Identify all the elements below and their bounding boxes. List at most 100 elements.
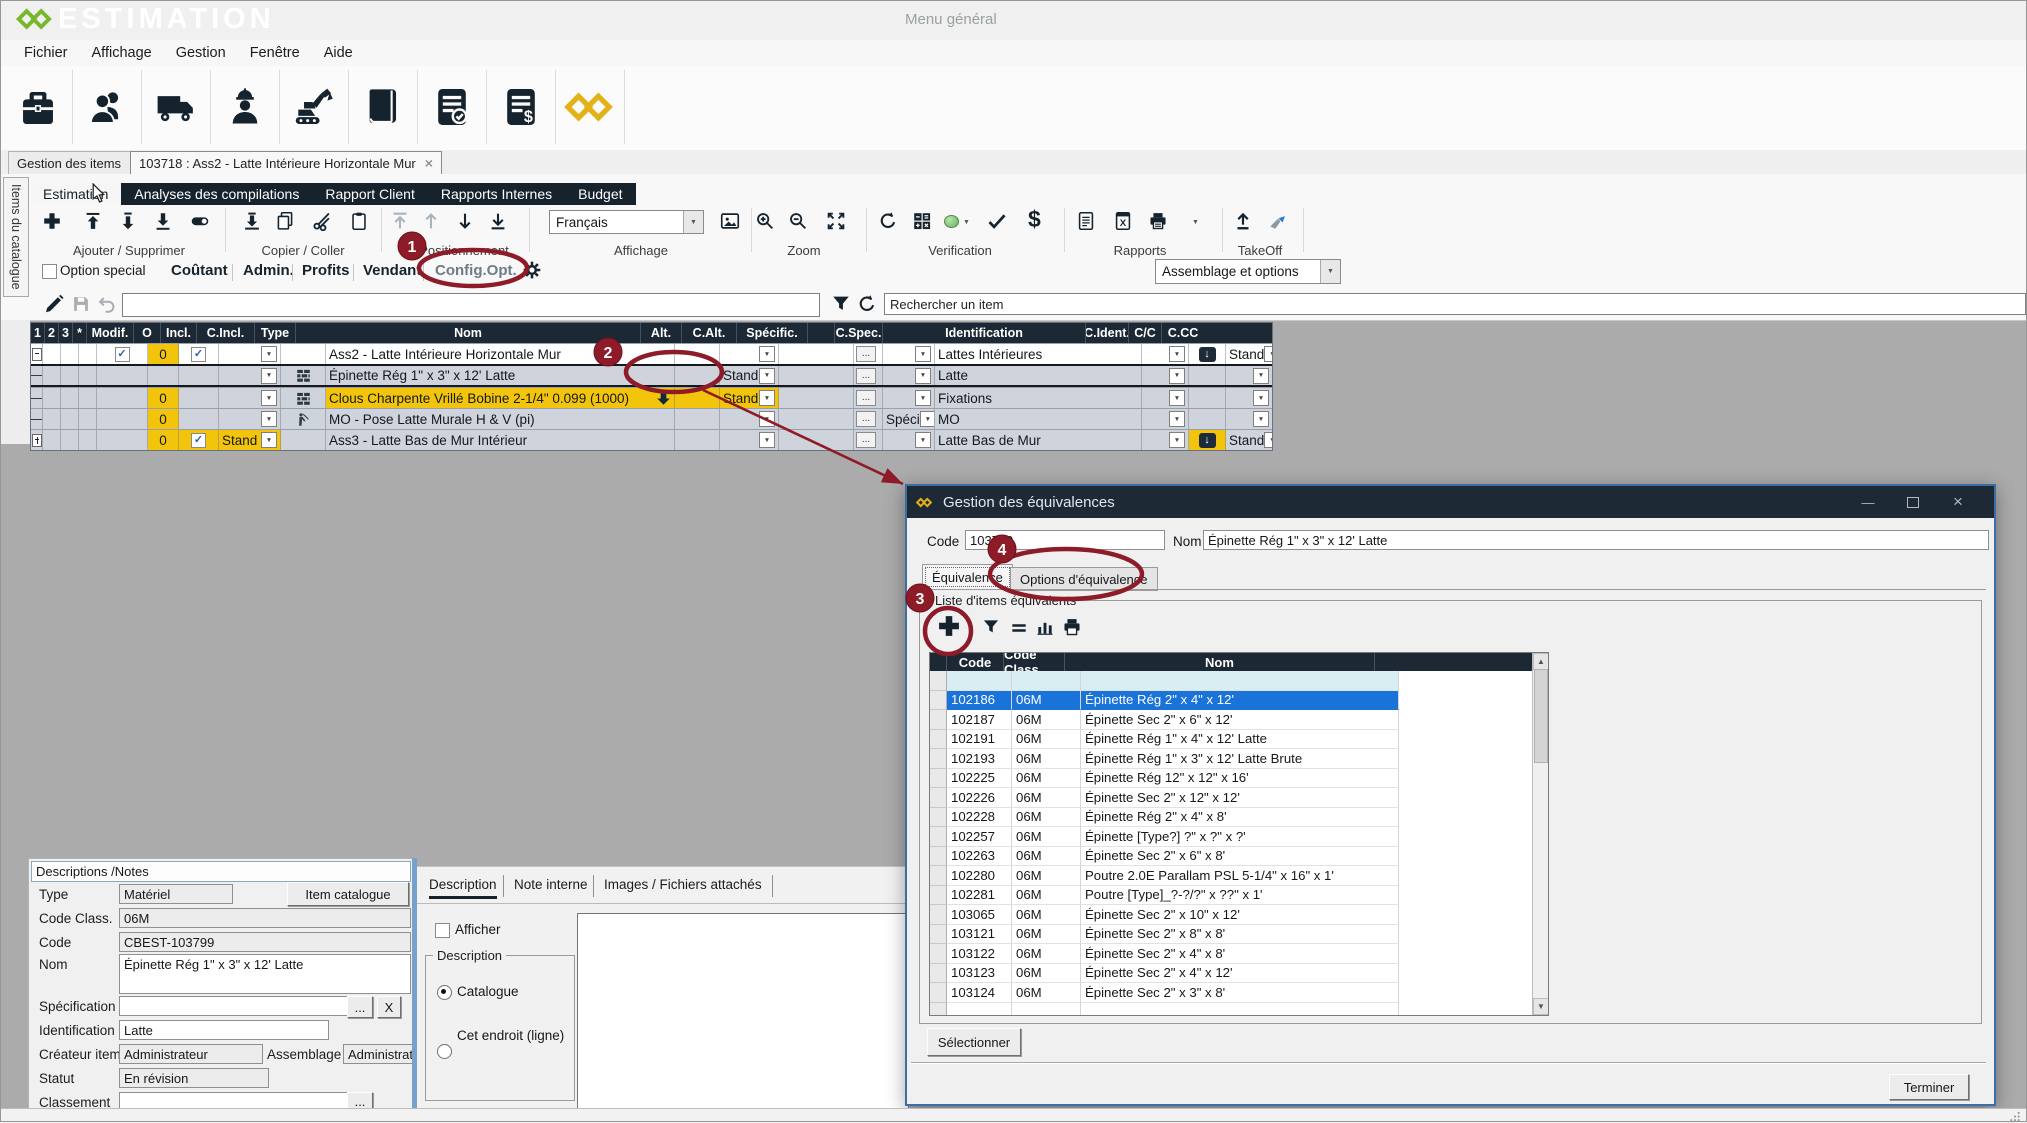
- tab-gestion-des-items[interactable]: Gestion des items: [8, 151, 147, 175]
- equivalence-row[interactable]: 10312206MÉpinette Sec 2" x 4" x 8': [930, 944, 1548, 964]
- menu-fichier[interactable]: Fichier: [24, 45, 68, 61]
- import-down-icon[interactable]: [241, 210, 263, 232]
- col-cc[interactable]: C/C: [1129, 323, 1162, 343]
- option-special-checkbox[interactable]: [42, 264, 57, 279]
- refresh-icon[interactable]: [856, 293, 878, 315]
- config-opt-button[interactable]: Config.Opt.: [435, 262, 517, 279]
- equal-lines-icon[interactable]: [1009, 618, 1029, 638]
- dollar-icon[interactable]: $: [1028, 206, 1041, 233]
- cident-dropdown[interactable]: [1169, 390, 1185, 406]
- chevron-down-icon[interactable]: ▼: [1192, 219, 1199, 226]
- save-floppy-icon-disabled[interactable]: [70, 293, 92, 315]
- move-bottom-icon[interactable]: [487, 210, 509, 232]
- calculator-grid-icon[interactable]: [911, 210, 933, 232]
- catalog-book-icon[interactable]: [349, 70, 418, 144]
- radio-catalogue[interactable]: [437, 985, 452, 1000]
- bar-chart-icon[interactable]: [1035, 617, 1055, 637]
- specific-browse-button[interactable]: [856, 432, 876, 448]
- printer-icon[interactable]: [1061, 616, 1083, 638]
- incl-checkbox[interactable]: [191, 347, 206, 362]
- menu-affichage[interactable]: Affichage: [92, 45, 152, 61]
- equipment-excavator-icon[interactable]: [280, 70, 349, 144]
- specification-clear-button[interactable]: X: [377, 996, 401, 1018]
- menu-gestion[interactable]: Gestion: [176, 45, 226, 61]
- tree-collapse-icon[interactable]: [32, 348, 42, 361]
- fullscreen-expand-icon[interactable]: [825, 210, 847, 232]
- dialog-title-bar[interactable]: Gestion des équivalences: [907, 486, 1994, 518]
- estimate-check-document-icon[interactable]: [418, 70, 487, 144]
- specification-field[interactable]: [119, 996, 351, 1016]
- menu-fenetre[interactable]: Fenêtre: [250, 45, 300, 61]
- calt-dropdown[interactable]: [759, 346, 775, 362]
- grid-row-clous[interactable]: 0 Clous Charpente Vrillé Bobine 2-1/4" 0…: [31, 387, 1272, 408]
- cincl-dropdown[interactable]: [261, 346, 277, 362]
- col-identification[interactable]: Identification: [883, 323, 1086, 343]
- close-tab-icon[interactable]: [425, 155, 433, 171]
- grid-row-ass2[interactable]: 0 Ass2 - Latte Intérieure Horizontale Mu…: [31, 343, 1272, 364]
- modif-checkbox[interactable]: [115, 347, 130, 362]
- col-dots[interactable]: [808, 323, 835, 343]
- col-specific[interactable]: Spécific.: [737, 323, 808, 343]
- identification-field[interactable]: Latte: [119, 1020, 329, 1040]
- tab-103718-ass2[interactable]: 103718 : Ass2 - Latte Intérieure Horizon…: [130, 151, 442, 175]
- item-edit-input[interactable]: [122, 293, 820, 317]
- col-1[interactable]: 1: [31, 323, 45, 343]
- cident-dropdown[interactable]: [1169, 346, 1185, 362]
- chevron-down-icon[interactable]: [683, 211, 703, 233]
- edit-pencil-icon[interactable]: [42, 292, 66, 316]
- incl-checkbox[interactable]: [191, 433, 206, 448]
- toolbox-icon[interactable]: [4, 70, 73, 144]
- filter-row[interactable]: [930, 671, 1548, 691]
- cspec-dropdown[interactable]: [915, 368, 931, 384]
- equivalence-row[interactable]: 10218606MÉpinette Rég 2" x 4" x 12': [930, 691, 1548, 711]
- col-code[interactable]: Code: [947, 653, 1004, 671]
- grid-row-mo[interactable]: 0 MO - Pose Latte Murale H & V (pi) Spéc…: [31, 408, 1272, 429]
- status-green-dot-icon[interactable]: [944, 215, 959, 228]
- dialog-code-field[interactable]: 103799: [965, 530, 1165, 550]
- specific-browse-button[interactable]: [856, 368, 876, 384]
- col-star[interactable]: *: [73, 323, 87, 343]
- col-ccc[interactable]: C.CC: [1162, 323, 1204, 343]
- paste-clipboard-icon[interactable]: [348, 210, 370, 232]
- maximize-icon[interactable]: [1897, 490, 1929, 514]
- cincl-dropdown[interactable]: [261, 411, 277, 427]
- add-assembly-up-icon[interactable]: [82, 210, 104, 232]
- equivalence-row[interactable]: 10226306MÉpinette Sec 2" x 6" x 8': [930, 847, 1548, 867]
- ribbon-tab-rapport-client[interactable]: Rapport Client: [312, 183, 428, 205]
- col-nom[interactable]: Nom: [296, 323, 641, 343]
- dialog-nom-field[interactable]: Épinette Rég 1" x 3" x 12' Latte: [1203, 530, 1989, 550]
- image-view-icon[interactable]: [718, 210, 742, 232]
- terminer-button[interactable]: Terminer: [1889, 1074, 1969, 1100]
- nom-field[interactable]: Épinette Rég 1" x 3" x 12' Latte: [119, 954, 411, 994]
- item-catalogue-button[interactable]: Item catalogue: [287, 882, 409, 906]
- clients-icon[interactable]: [73, 70, 142, 144]
- labour-worker-icon[interactable]: [211, 70, 280, 144]
- recalculate-refresh-icon[interactable]: [877, 210, 899, 232]
- ccc-dropdown[interactable]: [1253, 411, 1269, 427]
- close-icon[interactable]: ×: [1942, 490, 1974, 514]
- verify-check-icon[interactable]: [986, 210, 1008, 232]
- cspec-dropdown[interactable]: [915, 432, 931, 448]
- calt-dropdown[interactable]: [759, 411, 775, 427]
- radio-cet-endroit[interactable]: [437, 1044, 452, 1059]
- brand-logo-gold-icon[interactable]: [556, 70, 625, 144]
- equivalence-row[interactable]: 10219106MÉpinette Rég 1" x 4" x 12' Latt…: [930, 730, 1548, 750]
- afficher-checkbox[interactable]: [435, 923, 450, 938]
- cc-download-icon[interactable]: ↓: [1199, 433, 1216, 448]
- add-equivalence-button[interactable]: [935, 612, 963, 640]
- grid-row-ass3[interactable]: 0 Stand Ass3 - Latte Bas de Mur Intérieu…: [31, 429, 1272, 450]
- description-textarea[interactable]: [577, 913, 909, 1111]
- specification-browse-button[interactable]: ...: [347, 996, 373, 1018]
- equivalence-row[interactable]: 10306506MÉpinette Sec 2" x 10" x 12': [930, 905, 1548, 925]
- tab-images-fichiers[interactable]: Images / Fichiers attachés: [604, 877, 762, 892]
- equivalence-row[interactable]: 10228006MPoutre 2.0E Parallam PSL 5-1/4"…: [930, 866, 1548, 886]
- gear-icon[interactable]: [522, 260, 542, 280]
- col-cincl[interactable]: C.Incl.: [197, 323, 255, 343]
- tab-options-equivalence[interactable]: Options d'équivalence: [1010, 567, 1158, 591]
- cspec-dropdown[interactable]: [915, 346, 931, 362]
- menu-aide[interactable]: Aide: [324, 45, 353, 61]
- excel-export-icon[interactable]: X: [1112, 210, 1134, 232]
- zoom-out-icon[interactable]: [787, 210, 809, 232]
- sidebar-tab-items-du-catalogue[interactable]: Items du catalogue: [3, 177, 29, 297]
- equivalence-row[interactable]: 10228106MPoutre [Type]_?-?/?" x ??" x 1': [930, 886, 1548, 906]
